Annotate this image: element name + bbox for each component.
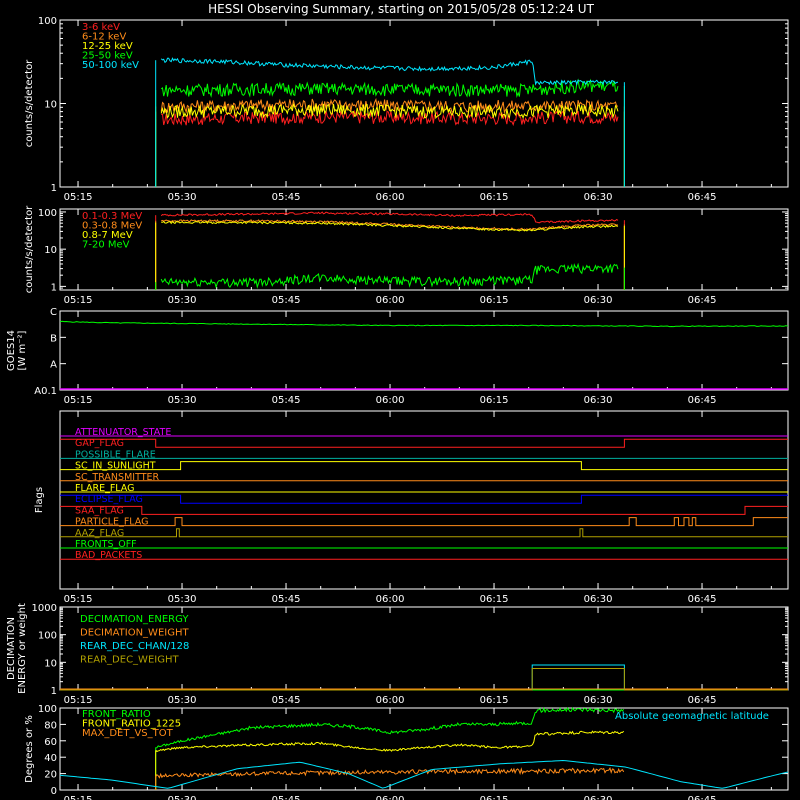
y-tick-label: C bbox=[50, 307, 57, 318]
y-axis-label: counts/s/detector bbox=[24, 59, 35, 147]
observing-summary-figure: HESSI Observing Summary, starting on 201… bbox=[0, 0, 800, 800]
x-tick-label: 06:00 bbox=[376, 395, 405, 406]
y-tick-label: 1 bbox=[51, 183, 57, 194]
legend-entry: 7-20 MeV bbox=[82, 240, 130, 251]
x-tick-label: 05:15 bbox=[64, 395, 93, 406]
y-axis-label-line: GOES14 bbox=[6, 330, 17, 371]
flag-label: FRONTS_OFF bbox=[75, 539, 137, 550]
y-tick-label: 10 bbox=[44, 658, 57, 669]
x-tick-label: 05:15 bbox=[64, 295, 93, 306]
x-tick-label: 06:45 bbox=[688, 192, 717, 203]
y-tick-label: 10 bbox=[44, 245, 57, 256]
x-tick-label: 06:00 bbox=[376, 594, 405, 605]
x-tick-label: 06:00 bbox=[376, 795, 405, 800]
x-tick-label: 05:45 bbox=[272, 594, 301, 605]
flag-label: SC_IN_SUNLIGHT bbox=[75, 461, 156, 472]
x-tick-label: 05:30 bbox=[168, 295, 197, 306]
x-tick-label: 06:00 bbox=[376, 192, 405, 203]
legend-entry: 50-100 keV bbox=[82, 60, 139, 71]
x-tick-label: 05:30 bbox=[168, 695, 197, 706]
legend-entry: REAR_DEC_CHAN/128 bbox=[80, 641, 189, 652]
y-axis-label-line: DECIMATION bbox=[6, 617, 17, 680]
flag-label: BAD_PACKETS bbox=[75, 550, 142, 561]
x-tick-label: 06:45 bbox=[688, 795, 717, 800]
figure-title: HESSI Observing Summary, starting on 201… bbox=[208, 2, 594, 16]
x-tick-label: 05:30 bbox=[168, 594, 197, 605]
y-tick-label: 60 bbox=[44, 737, 57, 748]
y-tick-label: 10 bbox=[44, 100, 57, 111]
x-tick-label: 05:45 bbox=[272, 795, 301, 800]
flag-label: FLARE_FLAG bbox=[75, 483, 135, 494]
y-tick-label: 100 bbox=[38, 16, 57, 27]
y-tick-label: 40 bbox=[44, 753, 57, 764]
y-axis-label-line: ENERGY or weight bbox=[17, 603, 28, 694]
x-tick-label: 06:30 bbox=[584, 594, 613, 605]
x-tick-label: 06:30 bbox=[584, 795, 613, 800]
x-tick-label: 06:15 bbox=[480, 695, 509, 706]
x-tick-label: 06:30 bbox=[584, 395, 613, 406]
legend-entry: MAX_DET_VS_TOT bbox=[82, 728, 174, 739]
y-tick-label: A bbox=[50, 360, 57, 371]
flag-label: POSSIBLE_FLARE bbox=[75, 449, 156, 460]
x-tick-label: 05:15 bbox=[64, 192, 93, 203]
x-tick-label: 05:30 bbox=[168, 395, 197, 406]
y-tick-label: 1000 bbox=[32, 603, 57, 614]
x-tick-label: 06:30 bbox=[584, 695, 613, 706]
y-axis-label: counts/s/detector bbox=[24, 205, 35, 293]
x-tick-label: 06:45 bbox=[688, 695, 717, 706]
x-tick-label: 06:45 bbox=[688, 295, 717, 306]
x-tick-label: 06:00 bbox=[376, 695, 405, 706]
x-tick-label: 06:45 bbox=[688, 594, 717, 605]
legend-entry: DECIMATION_WEIGHT bbox=[80, 628, 189, 639]
y-axis-label: Degrees or % bbox=[24, 715, 35, 783]
y-tick-label: 0 bbox=[51, 786, 57, 797]
x-tick-label: 06:15 bbox=[480, 795, 509, 800]
y-tick-label: 1 bbox=[51, 282, 57, 293]
x-tick-label: 06:15 bbox=[480, 395, 509, 406]
x-tick-label: 06:30 bbox=[584, 295, 613, 306]
y-tick-label: 1 bbox=[51, 686, 57, 697]
flag-label: ECLIPSE_FLAG bbox=[75, 494, 143, 505]
legend-entry: DECIMATION_ENERGY bbox=[80, 614, 189, 625]
flag-label: SAA_FLAG bbox=[75, 505, 124, 516]
y-tick-label: A0.1 bbox=[34, 386, 57, 397]
latitude-annotation: Absolute geomagnetic latitude bbox=[615, 711, 769, 722]
x-tick-label: 06:30 bbox=[584, 192, 613, 203]
x-tick-label: 05:45 bbox=[272, 192, 301, 203]
flag-label: SC_TRANSMITTER bbox=[75, 472, 160, 483]
flag-label: PARTICLE_FLAG bbox=[75, 517, 148, 528]
y-tick-label: B bbox=[50, 333, 57, 344]
x-tick-label: 05:45 bbox=[272, 695, 301, 706]
x-tick-label: 06:15 bbox=[480, 295, 509, 306]
x-tick-label: 05:15 bbox=[64, 594, 93, 605]
y-axis-label-line: [W m⁻²] bbox=[17, 330, 28, 370]
x-tick-label: 05:15 bbox=[64, 795, 93, 800]
x-tick-label: 06:15 bbox=[480, 192, 509, 203]
y-tick-label: 80 bbox=[44, 720, 57, 731]
y-tick-label: 20 bbox=[44, 770, 57, 781]
x-tick-label: 05:45 bbox=[272, 295, 301, 306]
x-tick-label: 05:30 bbox=[168, 192, 197, 203]
y-tick-label: 100 bbox=[38, 208, 57, 219]
y-tick-label: 100 bbox=[38, 704, 57, 715]
x-tick-label: 06:15 bbox=[480, 594, 509, 605]
flag-label: GAP_FLAG bbox=[75, 438, 124, 449]
x-tick-label: 06:00 bbox=[376, 295, 405, 306]
y-axis-label: Flags bbox=[34, 487, 45, 513]
legend-entry: REAR_DEC_WEIGHT bbox=[80, 655, 179, 666]
x-tick-label: 05:45 bbox=[272, 395, 301, 406]
flag-label: ATTENUATOR_STATE bbox=[75, 427, 171, 438]
x-tick-label: 05:15 bbox=[64, 695, 93, 706]
y-tick-label: 100 bbox=[38, 631, 57, 642]
flag-label: AAZ_FLAG bbox=[75, 528, 124, 539]
x-tick-label: 05:30 bbox=[168, 795, 197, 800]
x-tick-label: 06:45 bbox=[688, 395, 717, 406]
